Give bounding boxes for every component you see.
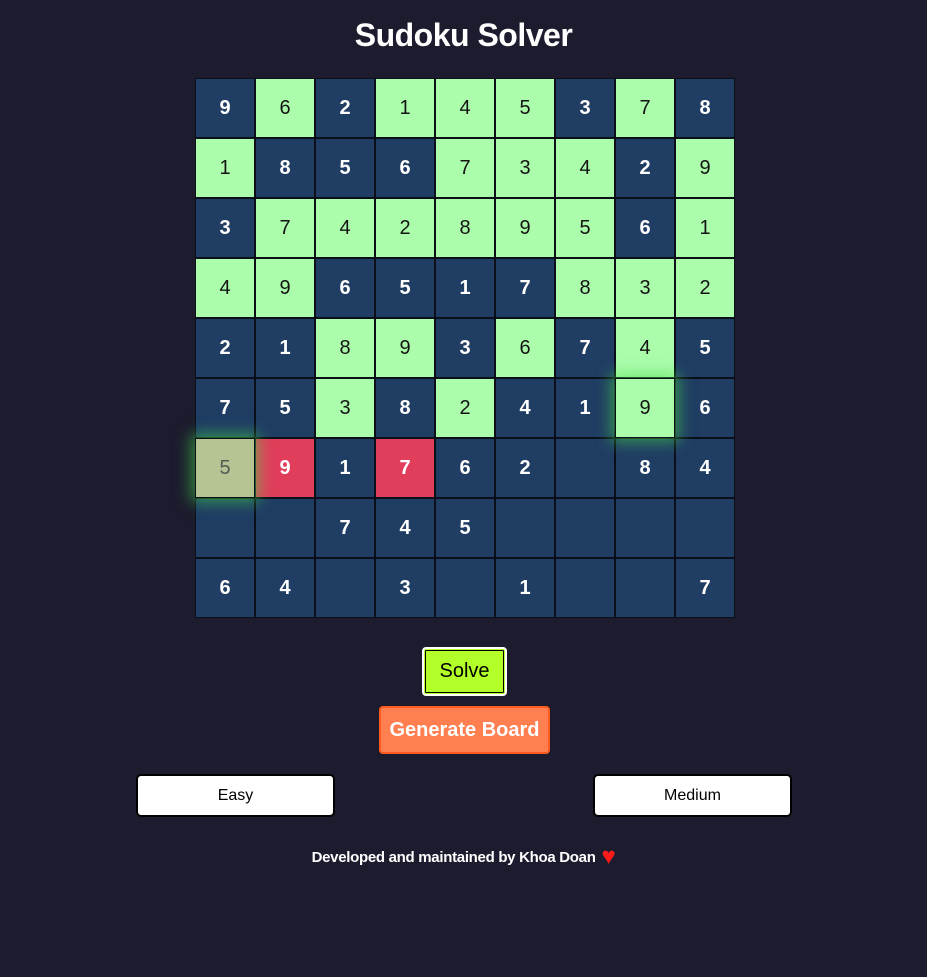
board-cell[interactable] <box>555 558 615 618</box>
board-cell[interactable] <box>315 558 375 618</box>
board-cell[interactable]: 2 <box>315 78 375 138</box>
board-cell[interactable]: 5 <box>195 438 255 498</box>
board-cell[interactable] <box>495 498 555 558</box>
board-cell[interactable]: 4 <box>435 78 495 138</box>
board-cell[interactable]: 9 <box>675 138 735 198</box>
board-cell[interactable]: 9 <box>255 438 315 498</box>
medium-button[interactable]: Medium <box>593 774 792 817</box>
board-cell[interactable]: 9 <box>615 378 675 438</box>
board-cell[interactable]: 6 <box>675 378 735 438</box>
board-cell[interactable]: 4 <box>195 258 255 318</box>
board-cell[interactable]: 1 <box>435 258 495 318</box>
board-cell[interactable]: 3 <box>435 318 495 378</box>
board-cell[interactable]: 6 <box>615 198 675 258</box>
easy-button[interactable]: Easy <box>136 774 335 817</box>
board-cell[interactable]: 3 <box>375 558 435 618</box>
board-cell[interactable]: 8 <box>675 78 735 138</box>
board-cell[interactable]: 4 <box>555 138 615 198</box>
board-cell[interactable]: 5 <box>555 198 615 258</box>
board-cell[interactable]: 4 <box>615 318 675 378</box>
board-cell[interactable]: 2 <box>195 318 255 378</box>
board-cell[interactable]: 3 <box>195 198 255 258</box>
board-cell[interactable]: 9 <box>495 198 555 258</box>
board-cell[interactable]: 5 <box>435 498 495 558</box>
board-cell[interactable]: 7 <box>615 78 675 138</box>
board-cell[interactable]: 8 <box>615 438 675 498</box>
footer-credit: Developed and maintained by Khoa Doan <box>311 849 596 866</box>
board-cell[interactable]: 8 <box>255 138 315 198</box>
board-cell[interactable]: 3 <box>615 258 675 318</box>
board-cell[interactable]: 1 <box>315 438 375 498</box>
board-cell[interactable]: 4 <box>675 438 735 498</box>
board-cell[interactable]: 3 <box>315 378 375 438</box>
board-cell[interactable]: 8 <box>435 198 495 258</box>
board-cell[interactable] <box>195 498 255 558</box>
board-cell[interactable]: 1 <box>555 378 615 438</box>
board-cell[interactable] <box>255 498 315 558</box>
board-cell[interactable] <box>555 498 615 558</box>
board-cell[interactable]: 7 <box>375 438 435 498</box>
board-cell[interactable] <box>615 558 675 618</box>
page-title: Sudoku Solver <box>354 17 573 53</box>
board-cell[interactable]: 8 <box>375 378 435 438</box>
board-cell[interactable]: 5 <box>675 318 735 378</box>
solve-button[interactable]: Solve <box>422 647 507 696</box>
board-cell[interactable]: 7 <box>555 318 615 378</box>
board-cell[interactable]: 9 <box>195 78 255 138</box>
board-cell[interactable]: 7 <box>675 558 735 618</box>
board-cell[interactable]: 1 <box>195 138 255 198</box>
heart-icon: ♥ <box>601 843 616 870</box>
board-cell[interactable]: 1 <box>255 318 315 378</box>
sudoku-board: 9621453781856734293742895614965178322189… <box>195 78 735 618</box>
board-cell[interactable]: 7 <box>495 258 555 318</box>
board-cell[interactable]: 4 <box>315 198 375 258</box>
board-cell[interactable] <box>555 438 615 498</box>
board-cell[interactable]: 4 <box>375 498 435 558</box>
board-cell[interactable] <box>435 558 495 618</box>
board-cell[interactable]: 7 <box>255 198 315 258</box>
footer: Developed and maintained by Khoa Doan ♥ <box>0 843 927 871</box>
board-cell[interactable] <box>675 498 735 558</box>
generate-board-button[interactable]: Generate Board <box>379 706 550 754</box>
board-cell[interactable]: 5 <box>495 78 555 138</box>
board-cell[interactable]: 1 <box>675 198 735 258</box>
board-cell[interactable]: 1 <box>375 78 435 138</box>
board-cell[interactable]: 2 <box>615 138 675 198</box>
board-cell[interactable]: 7 <box>315 498 375 558</box>
board-cell[interactable]: 5 <box>255 378 315 438</box>
board-cell[interactable]: 1 <box>495 558 555 618</box>
board-cell[interactable]: 7 <box>195 378 255 438</box>
board-cell[interactable]: 5 <box>375 258 435 318</box>
board-cell[interactable]: 9 <box>255 258 315 318</box>
board-cell[interactable]: 6 <box>435 438 495 498</box>
board-cell[interactable]: 4 <box>255 558 315 618</box>
board-cell[interactable] <box>615 498 675 558</box>
board-cell[interactable]: 8 <box>555 258 615 318</box>
board-cell[interactable]: 3 <box>495 138 555 198</box>
board-cell[interactable]: 6 <box>375 138 435 198</box>
board-cell[interactable]: 2 <box>435 378 495 438</box>
board-cell[interactable]: 4 <box>495 378 555 438</box>
board-cell[interactable]: 6 <box>195 558 255 618</box>
board-cell[interactable]: 6 <box>315 258 375 318</box>
board-cell[interactable]: 2 <box>375 198 435 258</box>
board-cell[interactable]: 7 <box>435 138 495 198</box>
board-cell[interactable]: 2 <box>675 258 735 318</box>
board-cell[interactable]: 9 <box>375 318 435 378</box>
board-cell[interactable]: 6 <box>495 318 555 378</box>
board-cell[interactable]: 3 <box>555 78 615 138</box>
board-cell[interactable]: 8 <box>315 318 375 378</box>
board-cell[interactable]: 6 <box>255 78 315 138</box>
board-cell[interactable]: 5 <box>315 138 375 198</box>
board-cell[interactable]: 2 <box>495 438 555 498</box>
